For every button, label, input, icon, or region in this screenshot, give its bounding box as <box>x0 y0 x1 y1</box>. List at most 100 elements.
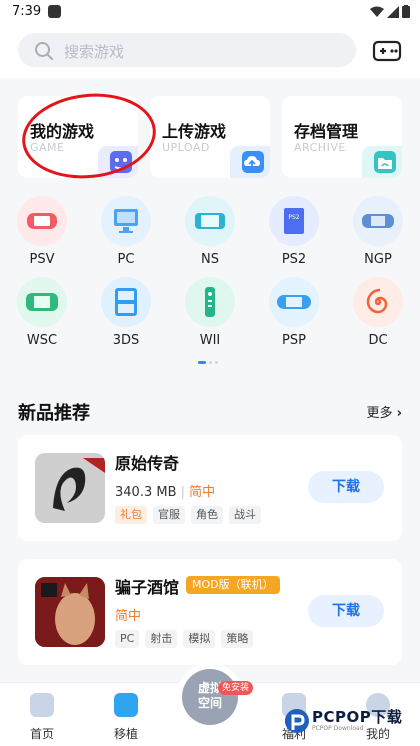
game-card[interactable]: 骗子酒馆 MOD版（联机） 简中 PC 射击 模拟 策略 下载 <box>18 559 402 665</box>
platform-label: 3DS <box>112 333 140 348</box>
section-title: 新品推荐 <box>18 403 90 424</box>
page-dot-active <box>198 361 206 364</box>
platform-ngp[interactable]: NGP <box>347 196 409 267</box>
quick-subtitle: UPLOAD <box>162 141 210 154</box>
platform-ps2[interactable]: PS2 PS2 <box>263 196 325 267</box>
main-content: 我的游戏 GAME 上传游戏 UPLOAD 存档管理 ARCHIVE PSV P… <box>0 78 420 682</box>
platform-wii[interactable]: WII <box>179 277 241 348</box>
tag: PC <box>115 630 140 648</box>
platform-label: WSC <box>26 333 58 348</box>
nav-home[interactable]: 首页 <box>12 693 72 742</box>
game-tags: 礼包 官服 角色 战斗 <box>115 506 261 524</box>
game-meta: 简中 <box>115 605 141 624</box>
quick-subtitle: ARCHIVE <box>294 141 346 154</box>
platform-label: PSV <box>29 252 55 267</box>
watermark-logo-icon <box>284 709 309 733</box>
watermark-sub: PCPOP Download <box>312 725 364 732</box>
search-icon <box>35 42 53 60</box>
status-time: 7:39 <box>12 4 42 19</box>
wifi-icon <box>370 6 384 17</box>
cloud-upload-icon <box>230 146 270 178</box>
game-language: 简中 <box>189 485 216 500</box>
game-language: 简中 <box>115 609 142 624</box>
platform-dc[interactable]: DC <box>347 277 409 348</box>
quick-title: 存档管理 <box>294 122 359 141</box>
platform-label: PS2 <box>281 252 307 267</box>
game-tags: PC 射击 模拟 策略 <box>115 630 254 648</box>
home-icon <box>30 693 54 717</box>
tag: 射击 <box>145 630 178 648</box>
psv-console-icon <box>17 196 67 246</box>
watermark-name: PCPOP下载 <box>312 708 403 726</box>
nav-label: 首页 <box>29 727 54 741</box>
platform-label: NGP <box>364 252 392 267</box>
wii-remote-icon <box>185 277 235 327</box>
port-gamepad-icon <box>114 693 138 717</box>
download-button[interactable]: 下载 <box>308 471 384 503</box>
game-gallery-icon <box>98 146 138 178</box>
platform-wsc[interactable]: WSC <box>11 277 73 348</box>
platform-pc[interactable]: PC <box>95 196 157 267</box>
my-games-card[interactable]: 我的游戏 GAME <box>18 96 138 178</box>
dc-swirl-icon <box>353 277 403 327</box>
game-meta: 340.3 MB | 简中 <box>115 481 215 500</box>
switch-console-icon <box>185 196 235 246</box>
platform-3ds[interactable]: 3DS <box>95 277 157 348</box>
page-indicator <box>198 361 218 364</box>
platform-label: DC <box>368 333 388 348</box>
nav-port[interactable]: 移植 <box>96 693 156 742</box>
upload-game-card[interactable]: 上传游戏 UPLOAD <box>150 96 270 178</box>
game-name: 骗子酒馆 <box>115 578 180 597</box>
gamepad-icon[interactable] <box>372 39 402 63</box>
game-cover <box>35 453 105 523</box>
tag: 策略 <box>221 630 254 648</box>
archive-manage-card[interactable]: 存档管理 ARCHIVE <box>282 96 402 178</box>
game-cover <box>35 577 105 647</box>
quick-title: 上传游戏 <box>162 122 227 141</box>
platform-ns[interactable]: NS <box>179 196 241 267</box>
chevron-right-icon: › <box>396 406 402 421</box>
tag: 战斗 <box>229 506 261 524</box>
notification-icon <box>48 5 61 18</box>
game-name: 原始传奇 <box>115 454 180 473</box>
status-icons <box>370 5 410 18</box>
download-button[interactable]: 下载 <box>308 595 384 627</box>
wsc-console-icon <box>17 277 67 327</box>
tag: 角色 <box>191 506 223 524</box>
nav-label: 移植 <box>113 727 138 741</box>
platform-label: WII <box>199 333 221 348</box>
platform-label: PSP <box>282 333 306 348</box>
search-input[interactable]: 搜索游戏 <box>18 33 356 67</box>
game-size: 340.3 MB <box>115 485 177 500</box>
mod-badge: MOD版（联机） <box>186 576 280 594</box>
quick-subtitle: GAME <box>30 141 65 154</box>
tag: 模拟 <box>183 630 216 648</box>
page-dot <box>209 361 212 364</box>
tag: 礼包 <box>115 506 147 524</box>
search-placeholder: 搜索游戏 <box>64 43 125 61</box>
signal-icon <box>387 5 399 18</box>
top-bar: 搜索游戏 <box>0 26 420 78</box>
more-link[interactable]: 更多 › <box>366 402 402 421</box>
tag: 官服 <box>153 506 185 524</box>
platform-psp[interactable]: PSP <box>263 277 325 348</box>
platform-psv[interactable]: PSV <box>11 196 73 267</box>
folder-icon <box>362 146 402 178</box>
game-card[interactable]: 原始传奇 340.3 MB | 简中 礼包 官服 角色 战斗 下载 <box>18 435 402 541</box>
psp-console-icon <box>269 277 319 327</box>
page-dot <box>215 361 218 364</box>
virtual-space-button[interactable]: 虚拟空间 <box>182 669 238 725</box>
quick-title: 我的游戏 <box>30 122 95 141</box>
3ds-console-icon <box>101 277 151 327</box>
monitor-icon <box>101 196 151 246</box>
watermark: PCPOP下载 PCPOP Download <box>282 706 420 744</box>
ps2-disc-icon: PS2 <box>269 196 319 246</box>
more-label: 更多 <box>366 406 393 421</box>
meta-separator: | <box>180 485 186 500</box>
status-bar: 7:39 <box>0 0 420 26</box>
free-install-badge: 免安装 <box>218 681 254 695</box>
svg-text:PS2: PS2 <box>288 214 299 221</box>
platform-label: PC <box>117 252 135 267</box>
battery-icon <box>402 5 410 18</box>
platform-label: NS <box>201 252 219 267</box>
